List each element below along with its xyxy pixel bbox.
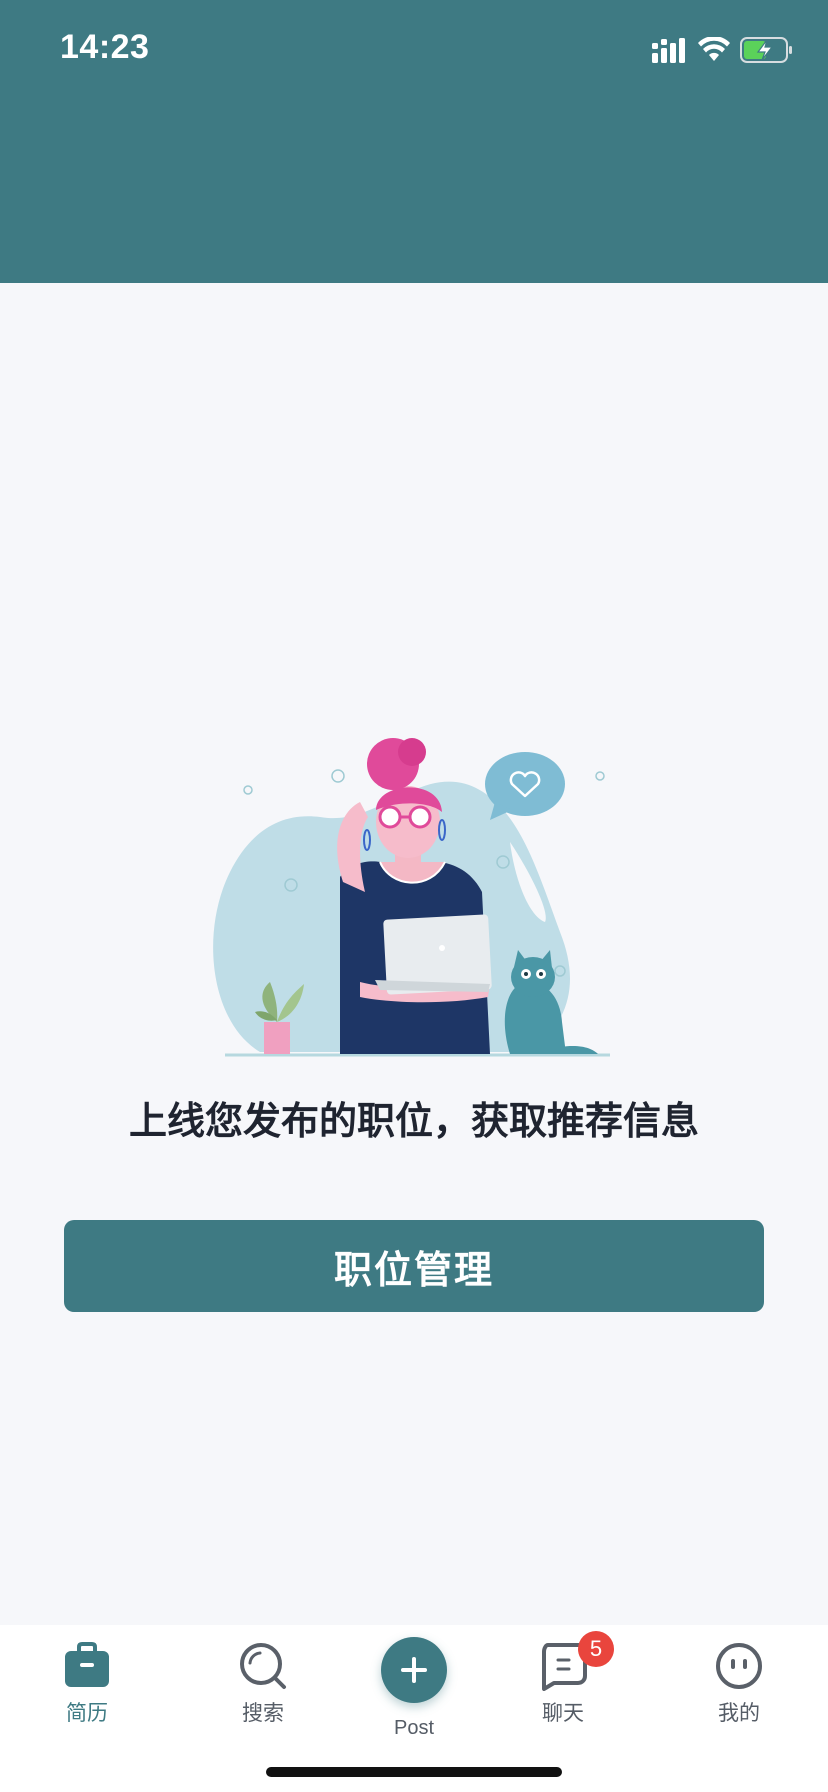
tab-search-label: 搜索 xyxy=(242,1701,284,1725)
chat-unread-badge: 5 xyxy=(578,1631,614,1667)
blue-cat xyxy=(504,950,598,1054)
plus-icon xyxy=(401,1657,427,1683)
chat-icon: 5 xyxy=(538,1631,614,1691)
top-header: 14:23 xyxy=(0,0,828,283)
job-management-button[interactable]: 职位管理 xyxy=(64,1220,764,1312)
status-icons xyxy=(652,32,794,68)
tab-chat-label: 聊天 xyxy=(542,1701,584,1725)
status-time: 14:23 xyxy=(60,28,150,66)
heart-speech-bubble xyxy=(485,752,565,820)
empty-state-message: 上线您发布的职位，获取推荐信息 xyxy=(128,1099,699,1143)
tab-resume-label: 简历 xyxy=(66,1701,108,1725)
tab-search[interactable]: 搜索 xyxy=(193,1625,333,1735)
empty-state-illustration xyxy=(213,738,610,1057)
tab-chat[interactable]: 5 聊天 xyxy=(493,1625,633,1735)
home-indicator xyxy=(266,1767,562,1777)
search-icon xyxy=(238,1641,288,1691)
wifi-icon xyxy=(698,37,730,61)
tab-profile-label: 我的 xyxy=(718,1701,760,1725)
tab-resume[interactable]: 简历 xyxy=(17,1625,157,1735)
post-label: Post xyxy=(393,1717,435,1739)
post-button[interactable] xyxy=(381,1637,447,1703)
briefcase-icon xyxy=(62,1641,112,1691)
cellular-signal-icon xyxy=(652,38,685,63)
profile-icon xyxy=(714,1641,764,1691)
battery-charging-icon xyxy=(740,37,792,63)
tab-profile[interactable]: 我的 xyxy=(669,1625,809,1735)
